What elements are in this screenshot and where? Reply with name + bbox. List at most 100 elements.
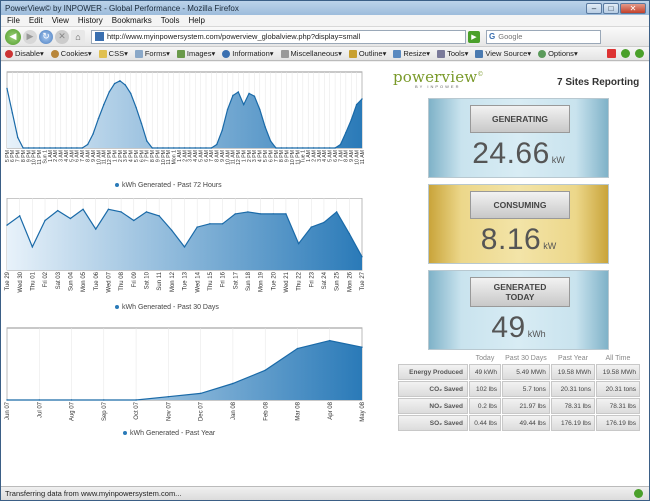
disable-icon [5,49,13,58]
devbar-miscellaneous[interactable]: Miscellaneous ▾ [280,49,342,58]
menu-help[interactable]: Help [188,16,204,25]
stop-icon[interactable]: ✕ [55,29,69,44]
address-bar[interactable] [91,29,466,44]
browser-window: PowerView© by INPOWER - Global Performan… [0,0,650,501]
data-point [97,117,100,120]
menu-edit[interactable]: Edit [29,16,43,25]
data-point [272,213,274,215]
menu-file[interactable]: File [7,16,20,25]
table-cell: 176.19 lbs [595,415,640,431]
devbar-forms[interactable]: Forms ▾ [134,49,170,58]
table-cell: 176.19 lbs [550,415,595,431]
google-search-icon[interactable]: G [489,32,495,41]
misc-icon [280,49,289,58]
back-arrow-icon[interactable]: ◀ [5,28,21,45]
devbar-information[interactable]: Information ▾ [222,49,274,58]
data-point [226,108,229,111]
devbar-cookies[interactable]: Cookies ▾ [50,49,92,58]
data-point [209,223,211,225]
x-tick-label: Thu 01 [30,271,36,290]
js-valid-icon[interactable] [635,49,644,58]
options-icon [538,49,547,58]
maximize-button[interactable]: □ [603,2,619,14]
data-point [335,211,338,213]
cookie-icon [50,49,59,58]
x-tick-label: Sat 10 [145,271,151,289]
data-point [130,92,132,95]
devbar-label: Forms [144,49,167,58]
home-icon[interactable]: ⌂ [71,29,85,44]
x-tick-label: Sun 18 [246,271,252,291]
x-tick-label: Mar 08 [296,401,302,420]
minimize-button[interactable]: – [586,2,602,14]
menu-history[interactable]: History [78,16,103,25]
forward-arrow-icon[interactable]: ▶ [23,29,37,44]
devbar-label: CSS [108,49,125,58]
x-tick-label: Sun 25 [335,271,341,291]
error-icon[interactable] [607,49,616,58]
search-box[interactable]: G [486,29,601,44]
devbar-label: Tools [447,49,465,58]
url-input[interactable] [107,32,447,41]
reload-icon[interactable]: ↻ [39,29,53,44]
menu-tools[interactable]: Tools [161,16,180,25]
devbar-resize[interactable]: Resize ▾ [393,49,430,58]
data-point [151,147,153,149]
data-point [167,396,170,398]
x-tick-label: Jun 07 [5,401,11,420]
table-cell: 20.31 tons [595,381,640,397]
devbar-images[interactable]: Images ▾ [176,49,215,58]
site-favicon-icon [95,32,104,41]
x-tick-label: Fri 09 [132,271,138,287]
data-point [11,112,14,114]
data-point [119,80,121,82]
generating-panel: GENERATING 24.66 kW [428,98,609,178]
data-point [361,256,363,258]
data-point [221,129,223,132]
devbar-options[interactable]: Options ▾ [538,49,578,58]
generated-today-label-line2: TODAY [505,292,535,302]
table-cell: 78.31 lbs [595,398,640,414]
devbar-label: View Source [485,49,528,58]
data-point [167,147,170,149]
logo-subtitle: BY INPOWER [415,84,461,89]
data-point [248,92,250,95]
generated-today-panel: GENERATED TODAY 49 kWh [428,270,609,350]
consuming-panel: CONSUMING 8.16 kW [428,184,609,264]
devbar-outline[interactable]: Outline ▾ [348,49,386,58]
x-tick-label: Tue 20 [271,271,277,290]
data-point [70,147,73,149]
data-point [107,208,110,210]
x-tick-label: Thu 08 [119,271,125,290]
table-cell: 102 lbs [469,381,501,397]
devbar-tools[interactable]: Tools ▾ [437,49,468,58]
x-tick-label: Sat 17 [233,271,239,289]
data-point [345,131,347,134]
stats-header-all-time: All Time [605,354,631,362]
menu-view[interactable]: View [52,16,69,25]
status-text: Transferring data from www.myinpowersyst… [5,489,182,498]
menu-bookmarks[interactable]: Bookmarks [112,16,152,25]
data-point [296,347,299,350]
search-input[interactable] [498,32,594,41]
devbar-view-source[interactable]: View Source ▾ [475,49,531,58]
chart-past-72-hours: 5 PM 6 PM 7 PM 8 PM 9 PM 10 PM 11 PM Sun 11 AM 2… [5,71,366,165]
data-point [280,147,283,149]
data-point [285,147,288,149]
css-valid-icon[interactable] [621,49,630,58]
devbar-css[interactable]: CSS ▾ [98,49,128,58]
close-button[interactable]: ✕ [620,2,646,14]
sites-reporting: 7 Sites Reporting [557,77,640,88]
go-arrow-icon[interactable]: ▶ [468,30,480,43]
data-point [216,143,218,146]
data-point [92,133,94,135]
data-point [183,147,186,149]
chart-past-30-days: Tue 29 Wed 30 Thu 01 Fri 02 Sat 03 Sun 04 Mon … [5,198,366,293]
devbar-disable[interactable]: Disable ▾ [5,49,44,58]
stats-corner [398,353,468,363]
data-point [43,147,46,149]
data-point [60,147,62,149]
x-tick-label: Jul 07 [37,401,43,418]
chart-legend-72h: kWh Generated - Past 72 Hours [115,182,222,189]
x-tick-label: Feb 08 [263,401,269,420]
